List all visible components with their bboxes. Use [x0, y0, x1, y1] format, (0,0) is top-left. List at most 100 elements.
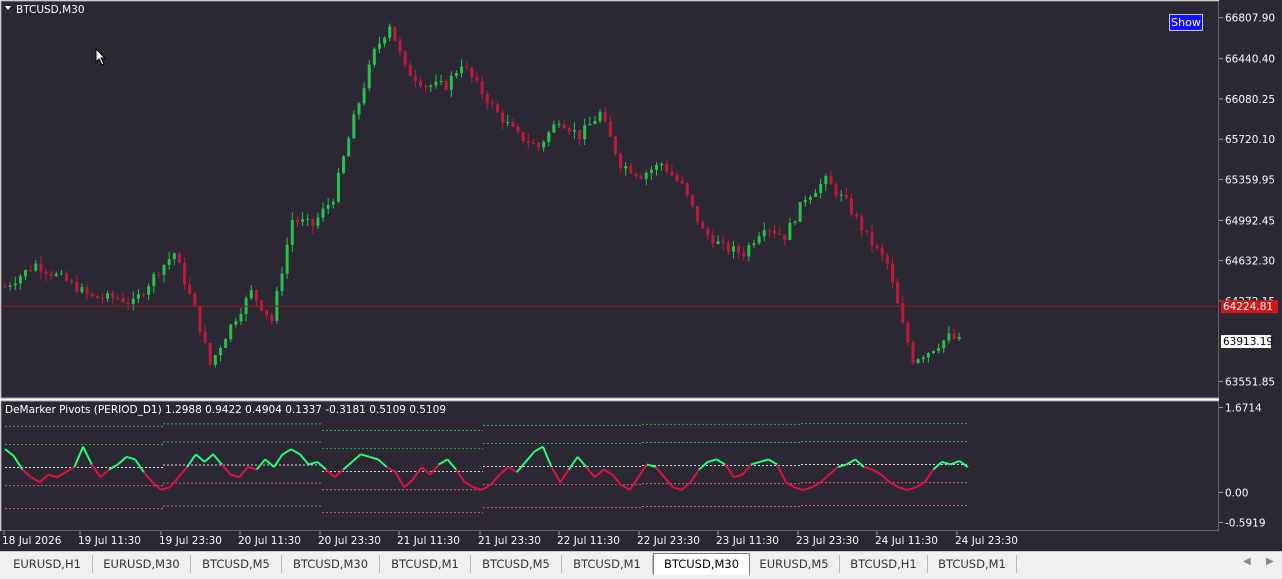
current-price-label: 63913.19	[1223, 336, 1273, 348]
candle-body	[896, 282, 900, 304]
candle-body	[434, 81, 438, 86]
candle-body	[352, 114, 356, 139]
chart-tabs-bar: EURUSD,H1 EURUSD,M30 BTCUSD,M5 BTCUSD,M30 BT…	[0, 551, 1282, 579]
candle-body	[429, 85, 433, 88]
price-tick-label: 64632.30	[1225, 256, 1275, 268]
indicator-tick-label: -0.5919	[1225, 518, 1266, 530]
candle-body	[655, 164, 659, 170]
candle-body	[95, 296, 99, 299]
candle-body	[152, 274, 156, 287]
chart-tab[interactable]: BTCUSD,M30	[653, 553, 750, 575]
chart-tab[interactable]: BTCUSD,M1	[562, 555, 653, 573]
candle-body	[942, 340, 946, 349]
candle-body	[567, 128, 571, 132]
time-tick-label: 24 Jul 23:30	[955, 535, 1018, 547]
candle-body	[234, 321, 238, 325]
tab-scroll-left-icon[interactable]: ◀	[1243, 556, 1251, 567]
candle-body	[34, 263, 38, 271]
candle-body	[506, 122, 510, 124]
candle-body	[203, 331, 207, 343]
time-tick-label: 21 Jul 23:30	[478, 535, 541, 547]
chart-tab[interactable]: BTCUSD,M1	[928, 555, 1017, 573]
candle-body	[321, 208, 325, 218]
candle-body	[849, 198, 853, 215]
candle-body	[475, 77, 479, 81]
candle-body	[562, 124, 566, 129]
candle-body	[80, 287, 84, 292]
candle-body	[290, 220, 294, 245]
price-scale[interactable]	[1219, 0, 1282, 551]
candle-body	[3, 286, 7, 288]
candle-body	[793, 221, 797, 223]
candle-body	[634, 173, 638, 176]
candle-body	[13, 283, 17, 286]
time-tick-label: 21 Jul 11:30	[397, 535, 460, 547]
chart-window[interactable]: 66807.90 66440.40 66080.25 65720.10 65359.95…	[0, 0, 1282, 551]
chart-tab[interactable]: EURUSD,M30	[93, 555, 191, 573]
chart-tab[interactable]: BTCUSD,H1	[840, 555, 928, 573]
candle-body	[29, 270, 33, 272]
candle-body	[875, 245, 879, 248]
candle-body	[885, 255, 889, 264]
show-button[interactable]: Show	[1169, 14, 1203, 31]
tab-scroll-right-icon[interactable]: ▶	[1266, 556, 1274, 567]
candle-body	[147, 286, 151, 295]
candle-body	[157, 274, 161, 276]
candle-body	[814, 192, 818, 197]
candle-body	[742, 252, 746, 257]
candle-body	[865, 230, 869, 232]
candle-body	[557, 124, 561, 126]
candle-body	[649, 169, 653, 174]
candle-body	[336, 172, 340, 202]
chart-tab[interactable]: EURUSD,M5	[749, 555, 840, 573]
candle-body	[111, 293, 115, 298]
time-tick-label: 20 Jul 23:30	[318, 535, 381, 547]
candle-body	[952, 333, 956, 339]
candle-body	[696, 205, 700, 222]
candle-body	[54, 273, 58, 276]
candle-body	[413, 75, 417, 81]
candle-body	[172, 253, 176, 260]
candle-body	[932, 351, 936, 354]
candle-body	[306, 218, 310, 220]
candle-body	[921, 357, 925, 360]
candle-body	[239, 313, 243, 322]
candle-body	[860, 216, 864, 231]
candle-body	[767, 230, 771, 232]
candle-body	[285, 244, 289, 274]
chart-tab[interactable]: EURUSD,H1	[2, 555, 93, 573]
candle-body	[403, 51, 407, 65]
candle-body	[552, 124, 556, 133]
candle-body	[260, 300, 263, 311]
candle-body	[613, 136, 617, 154]
indicator-pane[interactable]	[1, 401, 1219, 531]
candle-body	[24, 270, 28, 277]
candle-body	[531, 142, 535, 144]
chart-tab[interactable]: BTCUSD,M1	[380, 555, 471, 573]
price-pane[interactable]	[1, 1, 1219, 398]
candle-body	[18, 276, 22, 284]
candle-body	[408, 64, 412, 76]
chart-tab[interactable]: BTCUSD,M5	[471, 555, 562, 573]
candle-body	[957, 336, 961, 339]
candle-body	[855, 214, 859, 217]
candle-body	[783, 234, 787, 241]
mouse-cursor-icon	[95, 48, 107, 66]
chart-symbol-label: BTCUSD,M30	[16, 4, 85, 16]
candle-body	[449, 75, 453, 90]
candle-body	[619, 153, 623, 169]
candle-body	[844, 194, 848, 199]
candle-body	[803, 200, 807, 203]
candle-body	[90, 293, 94, 297]
chart-tab[interactable]: BTCUSD,M5	[191, 555, 282, 573]
candle-body	[177, 253, 181, 264]
price-tick-label: 63551.85	[1225, 376, 1275, 388]
candle-body	[249, 290, 253, 299]
candle-body	[470, 67, 474, 78]
candle-body	[8, 285, 12, 287]
chart-tab[interactable]: BTCUSD,M30	[282, 555, 380, 573]
candle-body	[439, 81, 443, 83]
candle-body	[131, 298, 135, 304]
candle-body	[136, 294, 140, 299]
candle-body	[367, 64, 371, 89]
